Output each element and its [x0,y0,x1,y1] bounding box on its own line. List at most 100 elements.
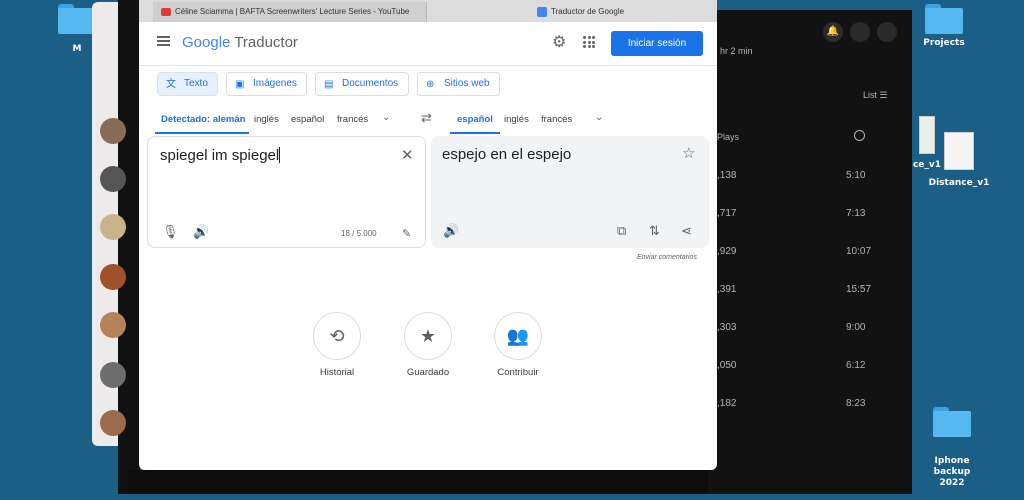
history-button[interactable]: ⟲ [313,312,361,360]
target-lang-underline [450,132,500,134]
avatar[interactable] [100,166,126,192]
youtube-icon [161,8,171,16]
target-lang-french[interactable]: francés [541,114,572,125]
tab-title: Céline Sciamma | BAFTA Screenwriters' Le… [175,7,410,16]
tab-youtube[interactable]: Céline Sciamma | BAFTA Screenwriters' Le… [153,2,427,22]
mode-text-button[interactable]: 文 Texto [157,72,218,96]
source-lang-french[interactable]: francés [337,114,368,125]
microphone-icon[interactable]: 🎙 [162,225,179,239]
contribute-label: Contribuir [497,367,539,378]
speaker-icon[interactable]: 🔊 [443,224,459,238]
file-icon [944,132,974,170]
track-duration: 8:23 [846,398,866,409]
track-duration: 9:00 [846,322,866,333]
avatar[interactable] [100,362,126,388]
mode-images-button[interactable]: ▣ Imágenes [226,72,307,96]
source-text-panel[interactable]: spiegel im spiegel ✕ 🎙 🔊 18 / 5.000 ✎ [147,136,426,248]
desktop-folder-projects[interactable]: Projects [916,4,972,48]
globe-icon: ⊕ [426,79,435,90]
source-lang-detected[interactable]: Detectado: alemán [161,114,245,125]
source-lang-underline [155,132,249,134]
desktop-icon-label: Iphone backup 2022 [933,456,971,488]
folder-icon [925,4,963,34]
translate-icon: 文 [166,79,176,90]
sign-in-button[interactable]: Iniciar sesión [611,31,703,56]
chevron-down-icon[interactable]: ⌄ [382,112,390,123]
mode-label: Documentos [342,78,399,89]
bell-icon[interactable]: 🔔 [823,22,843,42]
avatar[interactable] [100,118,126,144]
document-icon: ▤ [324,79,334,90]
track-plays: ,138 [717,170,737,181]
mode-label: Imágenes [253,78,297,89]
plays-header: Plays [717,132,740,142]
saved-button[interactable]: ★ [404,312,452,360]
track-plays: ,050 [717,360,737,371]
desktop-icon-label: Distance_v1 [928,178,990,188]
list-label: List [863,90,878,100]
chevron-down-icon[interactable]: ⌄ [595,112,603,123]
avatar[interactable] [100,312,126,338]
avatar[interactable] [100,214,126,240]
image-icon: ▣ [235,79,245,90]
apps-grid-icon[interactable] [583,36,595,48]
edit-icon[interactable]: ✎ [402,227,411,241]
playlist-duration: hr 2 min [720,46,753,56]
speaker-icon[interactable]: 🔊 [193,225,209,239]
share-icon[interactable]: ⋖ [681,224,692,238]
mode-label: Sitios web [444,78,490,89]
target-lang-english[interactable]: inglés [504,114,529,125]
source-text-input[interactable]: spiegel im spiegel [160,147,281,164]
user-icon[interactable] [877,22,897,42]
google-translate-icon [537,7,547,17]
folder-icon [58,4,96,34]
track-duration: 6:12 [846,360,866,371]
star-icon[interactable]: ☆ [682,146,695,161]
rate-translation-icon[interactable]: ⇅ [649,224,660,238]
char-counter: 18 / 5.000 [341,229,377,238]
history-label: Historial [319,367,355,378]
track-duration: 15:57 [846,284,872,295]
clear-text-icon[interactable]: ✕ [401,148,414,163]
mode-websites-button[interactable]: ⊕ Sitios web [417,72,500,96]
track-duration: 10:07 [846,246,872,257]
clock-icon [854,130,865,141]
people-icon: 👥 [506,326,530,346]
translated-text: espejo en el espejo [442,146,572,163]
desktop-file-distance[interactable]: Distance_v1 [926,132,992,188]
source-lang-spanish[interactable]: español [291,114,324,125]
logo-google: Google [182,34,231,51]
mode-documents-button[interactable]: ▤ Documentos [315,72,409,96]
target-lang-spanish[interactable]: español [457,114,493,125]
hamburger-menu-icon[interactable] [157,36,170,47]
target-text-panel: espejo en el espejo ☆ 🔊 ⧉ ⇅ ⋖ [431,136,709,248]
desktop-icon-label: Projects [923,38,965,48]
source-lang-english[interactable]: inglés [254,114,279,125]
app-header: Google Traductor ⚙ Iniciar sesión [139,22,717,66]
avatar[interactable] [100,264,126,290]
star-icon: ★ [419,326,437,346]
swap-languages-icon[interactable]: ⇄ [421,110,432,126]
google-translate-logo[interactable]: Google Traductor [182,34,298,51]
send-feedback-link[interactable]: Enviar comentarios [637,254,697,261]
logo-product: Traductor [234,34,298,51]
tab-title: Traductor de Google [551,7,625,16]
track-duration: 7:13 [846,208,866,219]
list-view-toggle[interactable]: List ☰ [863,90,888,101]
track-duration: 5:10 [846,170,866,181]
track-plays: ,929 [717,246,737,257]
track-plays: ,303 [717,322,737,333]
contribute-button[interactable]: 👥 [494,312,542,360]
tab-google-translate[interactable]: Traductor de Google [529,2,689,22]
gear-icon[interactable]: ⚙ [552,35,568,51]
tab-bar: Céline Sciamma | BAFTA Screenwriters' Le… [139,0,717,22]
friends-icon[interactable] [850,22,870,42]
track-plays: ,391 [717,284,737,295]
desktop-folder-iphone-backup[interactable]: Iphone backup 2022 [916,396,988,500]
track-plays: ,182 [717,398,737,409]
avatar[interactable] [100,410,126,436]
copy-icon[interactable]: ⧉ [617,224,626,238]
track-plays: ,717 [717,208,737,219]
dock-strip [128,470,708,494]
folder-icon [933,407,971,437]
